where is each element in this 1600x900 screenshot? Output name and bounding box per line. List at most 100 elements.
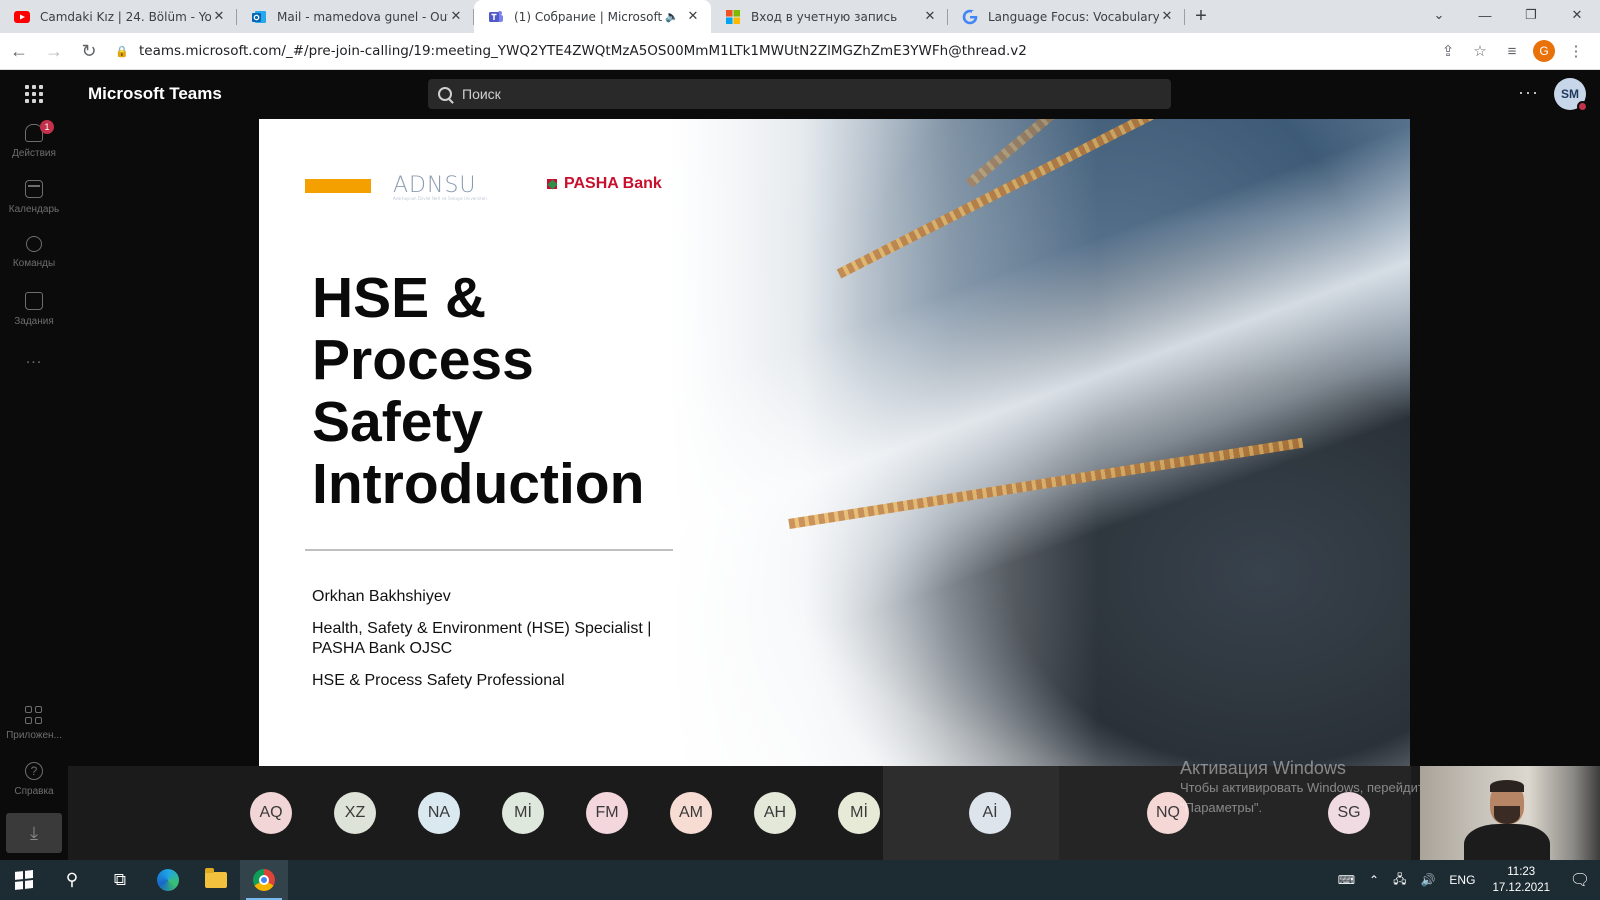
close-tab-icon[interactable]: ✕ [1159,9,1175,24]
pasha-bank-logo: PASHA Bank [544,175,662,193]
rail-item-assignments[interactable]: Задания [0,286,68,336]
close-tab-icon[interactable]: ✕ [922,9,938,24]
close-window-button[interactable]: ✕ [1554,0,1600,30]
screen: Camdaki Kız | 24. Bölüm - YouTube ✕ Mail… [0,0,1600,900]
address-bar[interactable]: 🔒 teams.microsoft.com/_#/pre-join-callin… [115,37,1424,65]
keyboard-icon[interactable]: ⌨ [1331,873,1362,887]
participant-avatar[interactable]: AQ [250,792,292,834]
app-launcher-icon[interactable] [0,70,68,118]
browser-tab-strip: Camdaki Kız | 24. Bölüm - YouTube ✕ Mail… [0,0,1600,33]
slide-divider [305,549,673,551]
volume-icon[interactable]: 🔊 [1413,873,1442,887]
more-options-icon[interactable]: ··· [1518,82,1539,103]
teams-people-icon [26,236,42,252]
search-input[interactable]: Поиск [428,79,1171,109]
rail-item-help[interactable]: ? Справка [0,756,68,806]
file-explorer-icon[interactable] [192,860,240,900]
chrome-browser-icon[interactable] [240,860,288,900]
windows-taskbar: ⚲ ⧉ ⌨ ⌃ 🖧 🔊 ENG 11:23 17.12.2021 🗨 [0,860,1600,900]
search-icon[interactable]: ⚲ [48,860,96,900]
assignments-icon [25,292,43,310]
edge-browser-icon[interactable] [144,860,192,900]
slide-title: HSE & Process Safety Introduction [312,266,645,516]
search-placeholder: Поиск [462,86,501,102]
restore-button[interactable]: ❐ [1508,0,1554,30]
task-view-icon[interactable]: ⧉ [96,860,144,900]
start-button[interactable] [0,860,48,900]
participant-avatar[interactable]: XZ [334,792,376,834]
language-indicator[interactable]: ENG [1442,873,1482,887]
network-icon[interactable]: 🖧 [1386,870,1413,891]
bookmark-star-icon[interactable]: ☆ [1464,35,1496,67]
search-icon [438,87,452,101]
presenter-name: Orkhan Bakhshiyev [312,588,451,605]
participant-avatar[interactable]: Mİ [502,792,544,834]
tab-title: Mail - mamedova gunel - Outlook [277,9,448,24]
speaker-icon[interactable]: 🔈 [665,10,679,23]
presence-badge [1577,101,1588,112]
new-tab-button[interactable]: + [1185,0,1217,33]
rail-item-apps[interactable]: Приложен... [0,700,68,750]
rail-label: Команды [12,258,56,269]
clock-time: 11:23 [1507,866,1536,878]
slide-background-photo [669,119,1410,767]
accent-bar [305,179,371,193]
clock-date: 17.12.2021 [1492,882,1550,894]
tab-search-icon[interactable]: ⌄ [1416,0,1462,30]
windows-logo-icon [15,870,33,890]
app-title: Microsoft Teams [88,84,222,103]
media-control-icon[interactable]: ≡ [1496,35,1528,67]
pasha-bank-mark-icon [544,176,560,192]
tab-microsoft-login[interactable]: Вход в учетную запись ✕ [711,0,948,33]
rail-item-activity[interactable]: 1 Действия [0,118,68,168]
help-icon: ? [25,762,43,780]
participant-avatar[interactable]: AM [670,792,712,834]
url-text: teams.microsoft.com/_#/pre-join-calling/… [139,43,1027,59]
slide-body: Orkhan Bakhshiyev Health, Safety & Envir… [312,587,682,703]
shared-slide: ADNSU Azərbaycan Dövlət Neft və Sənaye U… [259,119,1410,767]
close-tab-icon[interactable]: ✕ [685,9,701,24]
close-tab-icon[interactable]: ✕ [448,9,464,24]
window-controls: ⌄ — ❐ ✕ [1416,0,1600,30]
reload-button[interactable]: ↻ [73,35,105,67]
back-button[interactable]: ← [3,35,35,67]
minimize-button[interactable]: — [1462,0,1508,30]
download-app-button[interactable]: ⤓ [6,813,62,853]
participant-avatar[interactable]: Aİ [969,792,1011,834]
rail-more-apps[interactable]: ... [0,350,68,368]
rail-label: Приложен... [6,730,62,741]
tab-outlook[interactable]: Mail - mamedova gunel - Outlook ✕ [237,0,474,33]
participant-avatar[interactable]: Mİ [838,792,880,834]
rail-item-calendar[interactable]: Календарь [0,174,68,224]
rail-label: Календарь [8,204,60,215]
clock[interactable]: 11:23 17.12.2021 [1482,864,1560,896]
chevron-up-icon[interactable]: ⌃ [1362,873,1386,887]
teams-icon [488,9,504,25]
participant-avatar[interactable]: AH [754,792,796,834]
close-tab-icon[interactable]: ✕ [211,9,227,24]
teams-header: Microsoft Teams Поиск ··· SM [0,70,1600,118]
participant-avatar[interactable]: NA [418,792,460,834]
google-icon [962,9,978,25]
microsoft-icon [725,9,741,25]
rail-label: Справка [14,786,54,797]
lock-icon[interactable]: 🔒 [115,45,139,58]
chrome-menu-icon[interactable]: ⋮ [1560,35,1592,67]
youtube-icon [14,9,30,25]
tab-google[interactable]: Language Focus: Vocabulary and ✕ [948,0,1185,33]
apps-icon [25,706,43,724]
share-icon[interactable]: ⇪ [1432,35,1464,67]
profile-avatar[interactable]: G [1533,40,1555,62]
tab-title: Camdaki Kız | 24. Bölüm - YouTube [40,9,211,24]
tab-teams-meeting[interactable]: (1) Собрание | Microsoft Teams 🔈 ✕ [474,0,711,33]
tab-youtube[interactable]: Camdaki Kız | 24. Bölüm - YouTube ✕ [0,0,237,33]
rail-label: Задания [14,316,54,327]
calendar-icon [25,180,43,198]
rail-label: Действия [12,148,56,159]
rail-item-teams[interactable]: Команды [0,230,68,280]
forward-button[interactable]: → [38,35,70,67]
participant-avatar[interactable]: FM [586,792,628,834]
adnsu-logo: ADNSU Azərbaycan Dövlət Neft və Sənaye U… [393,173,487,201]
notifications-icon[interactable]: 🗨 [1560,860,1600,900]
user-avatar[interactable]: SM [1554,78,1588,112]
